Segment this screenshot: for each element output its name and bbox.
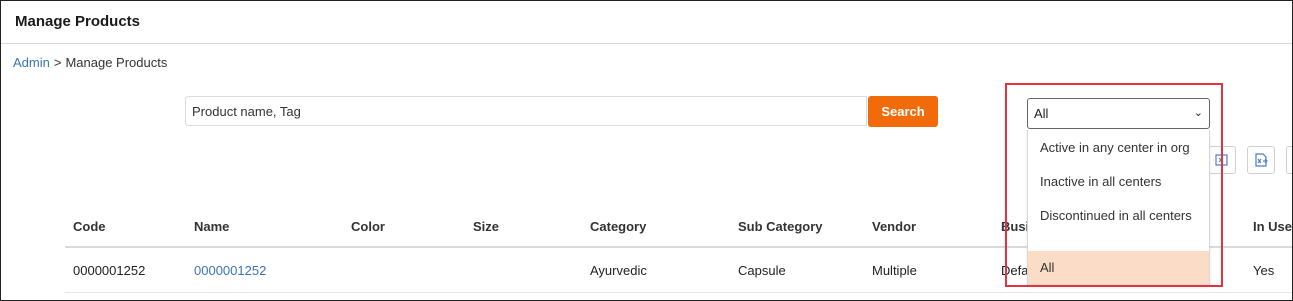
column-header-name[interactable]: Name bbox=[186, 206, 343, 248]
cell-size bbox=[465, 247, 582, 293]
filter-option-discontinued[interactable]: Discontinued in all centers bbox=[1028, 198, 1209, 244]
more-button[interactable] bbox=[1286, 146, 1292, 174]
status-filter-value: All bbox=[1034, 106, 1049, 121]
cell-code: 0000001252 bbox=[65, 247, 186, 293]
export-excel-button[interactable] bbox=[1247, 146, 1275, 174]
import-button[interactable] bbox=[1208, 146, 1236, 174]
status-filter-select[interactable]: All ⌄ bbox=[1027, 98, 1210, 129]
cell-vendor: Multiple bbox=[864, 247, 993, 293]
column-header-color[interactable]: Color bbox=[343, 206, 465, 248]
export-excel-icon bbox=[1255, 153, 1268, 167]
breadcrumb-admin-link[interactable]: Admin bbox=[13, 55, 50, 70]
filter-option-inactive[interactable]: Inactive in all centers bbox=[1028, 164, 1209, 198]
breadcrumb-separator: > bbox=[53, 55, 62, 70]
column-header-category[interactable]: Category bbox=[582, 206, 730, 248]
title-bar: Manage Products bbox=[1, 1, 1292, 44]
breadcrumb-current: Manage Products bbox=[65, 55, 168, 70]
breadcrumb: Admin > Manage Products bbox=[13, 55, 167, 70]
column-header-code[interactable]: Code bbox=[65, 206, 186, 248]
product-name-link[interactable]: 0000001252 bbox=[194, 263, 266, 278]
cell-sub-category: Capsule bbox=[730, 247, 864, 293]
import-icon bbox=[1215, 154, 1228, 166]
cell-category: Ayurvedic bbox=[582, 247, 730, 293]
status-filter-dropdown: Active in any center in org Inactive in … bbox=[1027, 130, 1210, 285]
column-header-in-use[interactable]: In Use bbox=[1245, 206, 1292, 248]
column-header-vendor[interactable]: Vendor bbox=[864, 206, 993, 248]
page-title: Manage Products bbox=[15, 13, 141, 30]
filter-option-active[interactable]: Active in any center in org bbox=[1028, 130, 1209, 164]
chevron-down-icon: ⌄ bbox=[1193, 107, 1203, 119]
search-input[interactable] bbox=[185, 96, 867, 126]
column-header-size[interactable]: Size bbox=[465, 206, 582, 248]
cell-in-use: Yes bbox=[1245, 247, 1292, 293]
column-header-sub-category[interactable]: Sub Category bbox=[730, 206, 864, 248]
filter-option-all[interactable]: All bbox=[1028, 251, 1209, 284]
search-button[interactable]: Search bbox=[868, 96, 938, 127]
cell-color bbox=[343, 247, 465, 293]
app-frame: Manage Products Admin>Manage Products Se… bbox=[0, 0, 1293, 301]
